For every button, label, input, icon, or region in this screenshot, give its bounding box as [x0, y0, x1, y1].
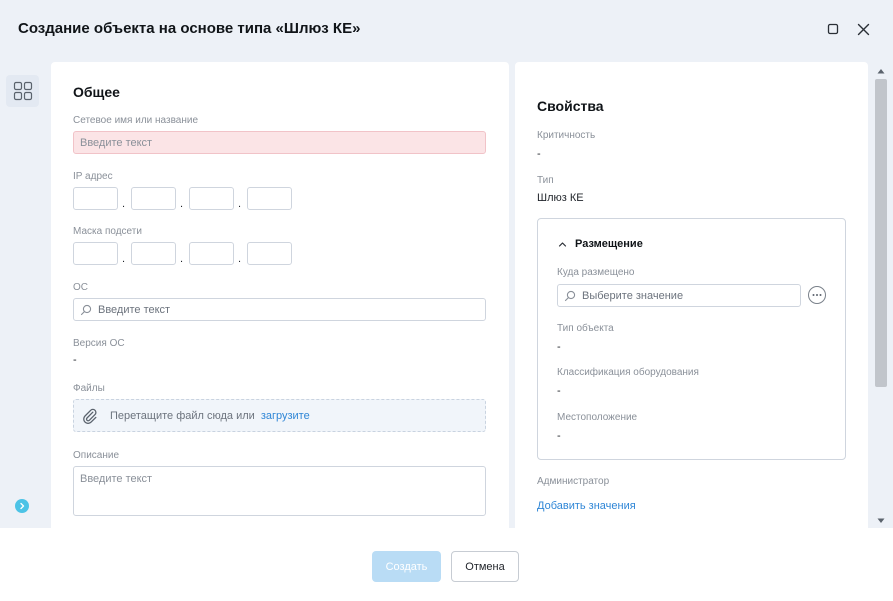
search-icon	[80, 304, 92, 315]
ip-label: IP адрес	[73, 171, 113, 182]
name-input[interactable]: Введите текст	[73, 131, 486, 154]
scroll-down-icon[interactable]	[877, 518, 885, 524]
mask-octet-3-input[interactable]	[189, 242, 234, 265]
location-placeholder: Выберите значение	[582, 289, 684, 302]
ip-octet-2-input[interactable]	[131, 187, 176, 210]
ip-octet-4-input[interactable]	[247, 187, 292, 210]
files-drop-text: Перетащите файл сюда или	[110, 409, 255, 422]
maximize-icon	[827, 23, 839, 35]
ip-octet-1-input[interactable]	[73, 187, 118, 210]
dialog-title: Создание объекта на основе типа «Шлюз КЕ…	[18, 20, 361, 37]
ip-separator: .	[180, 198, 184, 210]
grid-icon	[13, 81, 32, 101]
scrollbar[interactable]	[874, 60, 887, 528]
scroll-up-icon[interactable]	[877, 68, 885, 74]
os-label: ОС	[73, 282, 88, 293]
ip-separator: .	[238, 198, 242, 210]
close-button[interactable]	[852, 18, 874, 40]
object-type-label: Тип объекта	[557, 323, 614, 334]
type-label: Тип	[537, 175, 554, 186]
dialog-header: Создание объекта на основе типа «Шлюз КЕ…	[0, 0, 893, 60]
mask-separator: .	[122, 253, 126, 265]
search-icon	[564, 290, 576, 301]
os-search-input[interactable]: Введите текст	[73, 298, 486, 321]
properties-section-title: Свойства	[537, 98, 604, 114]
chevron-right-icon	[20, 502, 25, 510]
cancel-button[interactable]: Отмена	[451, 551, 519, 582]
create-button[interactable]: Создать	[372, 551, 441, 582]
position-value: -	[557, 430, 561, 442]
scroll-thumb[interactable]	[875, 79, 887, 387]
os-version-value: -	[73, 354, 77, 366]
more-icon	[812, 294, 822, 296]
criticality-value: -	[537, 148, 541, 160]
placement-group: Размещение Куда размещено Выберите значе…	[537, 218, 846, 460]
os-version-label: Версия ОС	[73, 338, 125, 349]
ip-octet-3-input[interactable]	[189, 187, 234, 210]
dialog-body: Общее Сетевое имя или название Введите т…	[0, 60, 893, 528]
upload-link[interactable]: загрузите	[261, 410, 310, 422]
expand-rail-button[interactable]	[15, 499, 29, 513]
general-panel: Общее Сетевое имя или название Введите т…	[51, 62, 509, 528]
criticality-label: Критичность	[537, 130, 596, 141]
os-placeholder: Введите текст	[98, 303, 171, 316]
admin-label: Администратор	[537, 476, 610, 487]
mask-label: Маска подсети	[73, 226, 142, 237]
general-section-title: Общее	[73, 84, 120, 100]
mask-octet-1-input[interactable]	[73, 242, 118, 265]
description-textarea[interactable]: Введите текст	[73, 466, 486, 516]
placement-toggle[interactable]: Размещение	[558, 238, 643, 250]
mask-octet-2-input[interactable]	[131, 242, 176, 265]
chevron-up-icon	[558, 241, 567, 247]
files-label: Файлы	[73, 383, 105, 394]
name-label: Сетевое имя или название	[73, 115, 199, 126]
type-value: Шлюз КЕ	[537, 192, 584, 204]
sections-button[interactable]	[6, 75, 39, 107]
close-icon	[857, 23, 869, 35]
location-more-button[interactable]	[808, 286, 826, 304]
maximize-button[interactable]	[822, 18, 844, 40]
mask-octet-4-input[interactable]	[247, 242, 292, 265]
object-type-value: -	[557, 341, 561, 353]
location-select[interactable]: Выберите значение	[557, 284, 801, 307]
add-admin-link[interactable]: Добавить значения	[537, 500, 636, 512]
ip-separator: .	[122, 198, 126, 210]
mask-separator: .	[180, 253, 184, 265]
file-dropzone[interactable]: Перетащите файл сюда или загрузите	[73, 399, 486, 432]
equipment-class-label: Классификация оборудования	[557, 367, 699, 378]
position-label: Местоположение	[557, 412, 638, 423]
equipment-class-value: -	[557, 385, 561, 397]
dialog-footer: Создать Отмена	[0, 528, 893, 601]
properties-panel: Свойства Критичность - Тип Шлюз КЕ Разме…	[515, 62, 868, 528]
placement-title: Размещение	[575, 238, 643, 250]
paperclip-icon	[82, 408, 98, 424]
side-rail	[0, 60, 44, 528]
location-label: Куда размещено	[557, 267, 635, 278]
mask-separator: .	[238, 253, 242, 265]
description-label: Описание	[73, 450, 120, 461]
